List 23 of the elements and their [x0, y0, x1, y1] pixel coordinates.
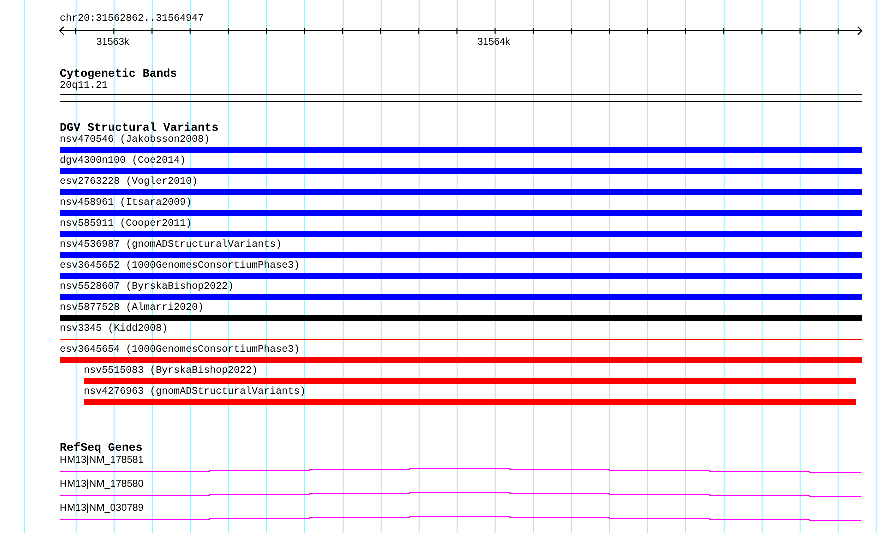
variant-label: esv3645654 (1000GenomesConsortiumPhase3)	[60, 345, 302, 357]
band-label: 20q11.21	[60, 81, 110, 92]
variant-label: nsv470546 (Jakobsson2008)	[60, 135, 212, 147]
variant-label: nsv458961 (Itsara2009)	[60, 198, 194, 210]
variant-label: esv2763228 (Vogler2010)	[60, 177, 200, 189]
gene-label: HM13|NM_030789	[60, 503, 145, 514]
gene-label: HM13|NM_178581	[60, 455, 145, 466]
region-label: chr20:31562862..31564947	[60, 14, 206, 25]
variant-label: nsv4276963 (gnomADStructuralVariants)	[84, 387, 308, 399]
ruler-tick-label: 31563k	[96, 37, 130, 48]
track-title: DGV Structural Variants	[60, 123, 220, 135]
track-title: RefSeq Genes	[60, 443, 144, 455]
variant-label: nsv585911 (Cooper2011)	[60, 219, 194, 231]
gene-label: HM13|NM_178580	[60, 479, 145, 490]
ruler-tick-label: 31564k	[478, 37, 510, 48]
variant-label: nsv3345 (Kidd2008)	[60, 324, 170, 336]
variant-label: nsv4536987 (gnomADStructuralVariants)	[60, 240, 284, 252]
variant-label: nsv5528607 (ByrskaBishop2022)	[60, 282, 236, 294]
variant-label: esv3645652 (1000GenomesConsortiumPhase3)	[60, 261, 302, 273]
variant-label: nsv5515083 (ByrskaBishop2022)	[84, 366, 260, 378]
track-title: Cytogenetic Bands	[60, 69, 178, 81]
variant-label: nsv5877528 (Almarri2020)	[60, 303, 206, 315]
variant-label: dgv4300n100 (Coe2014)	[60, 156, 188, 168]
